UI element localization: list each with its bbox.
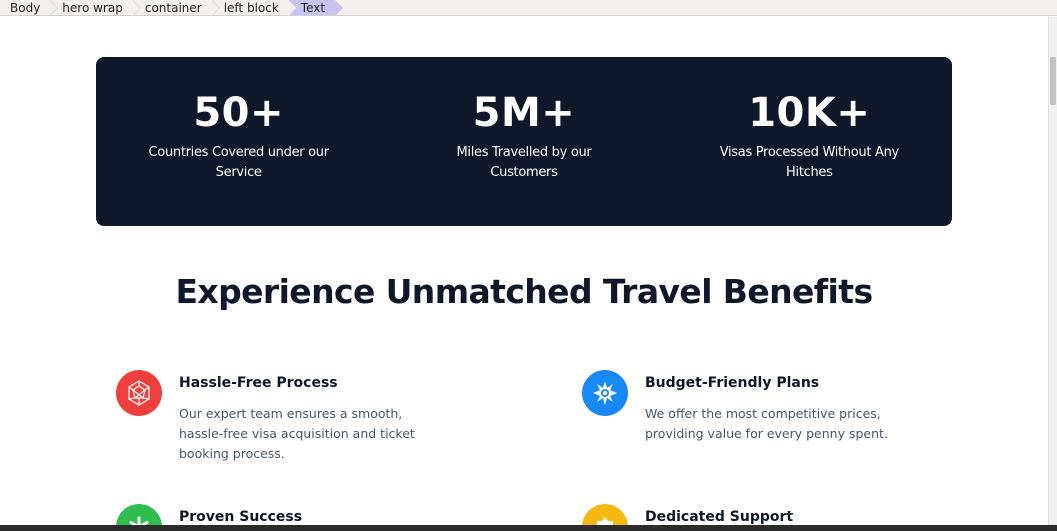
stat-label: Miles Travelled by our Customers — [456, 145, 592, 180]
stat-countries: 50+ Countries Covered under our Service — [96, 57, 381, 226]
section-heading: Experience Unmatched Travel Benefits — [175, 272, 873, 311]
stat-miles: 5M+ Miles Travelled by our Customers — [381, 57, 666, 226]
feature-title: Dedicated Support — [645, 509, 794, 525]
feature-hassle-free: Hassle-Free Process Our expert team ensu… — [116, 370, 444, 464]
feature-title: Budget-Friendly Plans — [645, 375, 820, 391]
breadcrumb-item-body[interactable]: Body — [0, 0, 59, 16]
sunburst-icon — [582, 370, 628, 416]
stat-value: 50+ — [193, 90, 284, 136]
feature-title: Hassle-Free Process — [179, 375, 338, 391]
bottom-edge-bar — [0, 525, 1057, 531]
stat-value: 5M+ — [472, 90, 576, 136]
feature-title: Proven Success — [179, 509, 303, 525]
geometric-sphere-icon — [116, 370, 162, 416]
scrollbar-thumb[interactable] — [1050, 57, 1056, 105]
breadcrumb: Body hero wrap container left block Text — [0, 0, 1057, 16]
feature-description: Our expert team ensures a smooth, hassle… — [179, 406, 415, 461]
breadcrumb-item-left-block[interactable]: left block — [211, 0, 297, 16]
vertical-scrollbar[interactable] — [1048, 17, 1057, 525]
stat-visas: 10K+ Visas Processed Without Any Hitches — [667, 57, 952, 226]
breadcrumb-item-hero-wrap[interactable]: hero wrap — [50, 0, 141, 16]
feature-description: We offer the most competitive prices, pr… — [645, 406, 888, 441]
breadcrumb-item-container[interactable]: container — [132, 0, 220, 16]
stats-panel: 50+ Countries Covered under our Service … — [96, 57, 952, 226]
stat-value: 10K+ — [748, 90, 871, 136]
feature-budget-friendly: Budget-Friendly Plans We offer the most … — [582, 370, 910, 444]
stat-label: Countries Covered under our Service — [148, 145, 330, 180]
stat-label: Visas Processed Without Any Hitches — [719, 145, 900, 180]
